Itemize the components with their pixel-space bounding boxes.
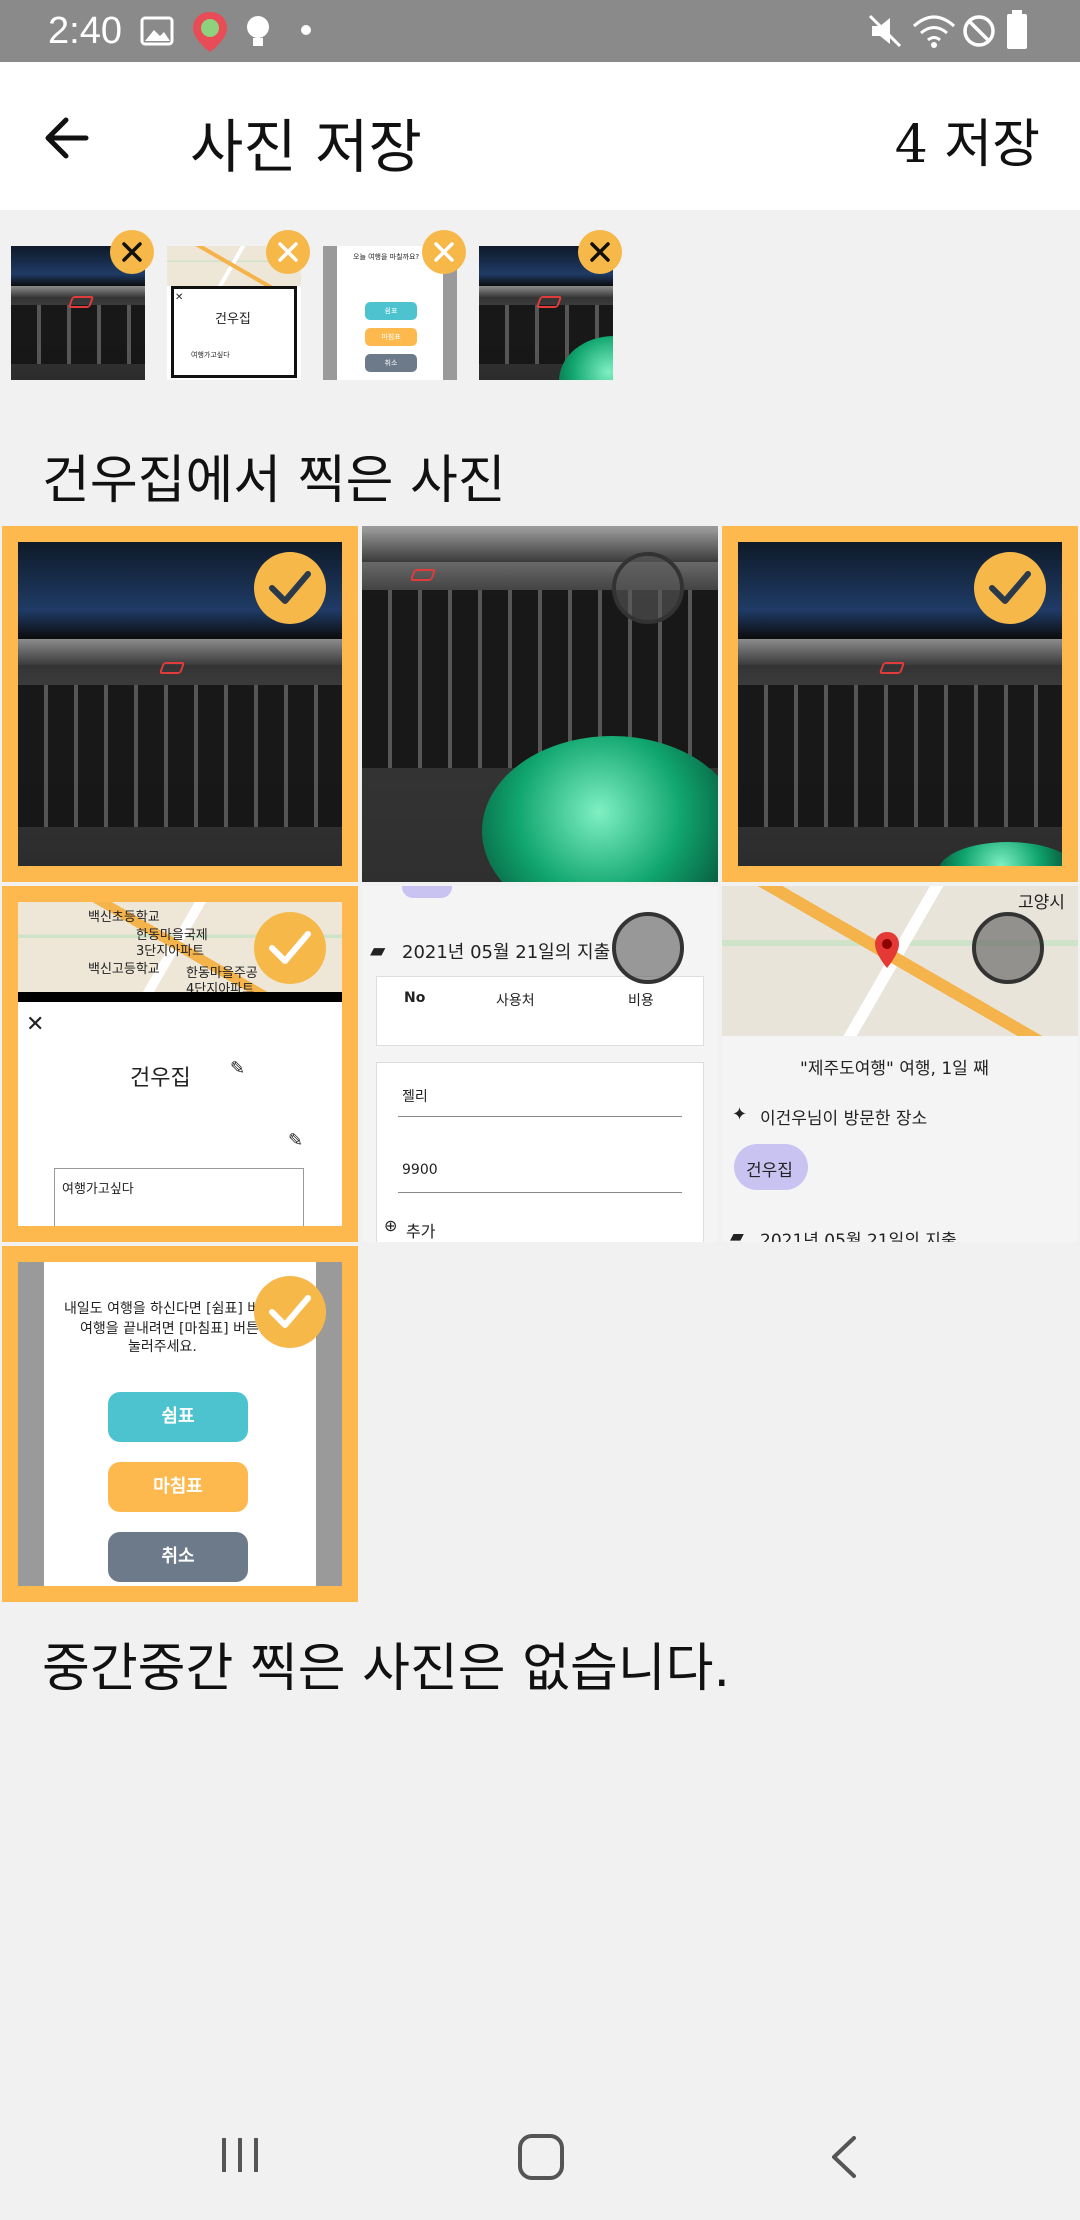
photo-cell-4[interactable]: 백신초등학교 한동마을국제 3단지아파트 백신고등학교 한동마을주공 4단지아파… xyxy=(2,886,358,1242)
edit-icon: ✎ xyxy=(230,1058,246,1079)
check-toggle-2[interactable] xyxy=(612,552,684,624)
field-name: 젤리 xyxy=(402,1089,428,1105)
photo-cell-1[interactable] xyxy=(2,526,358,882)
empty-message: 중간중간 찍은 사진은 없습니다. xyxy=(42,1639,731,1699)
map-label: 3단지아파트 xyxy=(136,944,205,959)
map-label: 백신고등학교 xyxy=(88,962,160,977)
wallet-icon: ▰ xyxy=(370,938,386,962)
arrow-left-icon xyxy=(45,117,89,159)
system-nav-bar xyxy=(0,2080,1080,2220)
check-toggle-6[interactable] xyxy=(972,912,1044,984)
recents-button[interactable] xyxy=(210,2130,270,2180)
section-title-home: 건우집에서 찍은 사진 xyxy=(42,451,506,511)
image-icon xyxy=(140,16,174,46)
check-toggle-4[interactable] xyxy=(254,912,326,984)
map-label: 백신초등학교 xyxy=(88,910,160,925)
remove-thumb-2-button[interactable] xyxy=(266,230,310,274)
photo-cell-3[interactable] xyxy=(722,526,1078,882)
check-toggle-1[interactable] xyxy=(254,552,326,624)
battery-icon xyxy=(1007,10,1027,49)
thumb-2-title: 건우집 xyxy=(215,312,251,327)
remove-thumb-1-button[interactable] xyxy=(110,230,154,274)
checkmark-icon xyxy=(989,571,1031,604)
trip-title: "제주도여행" 여행, 1일 째 xyxy=(800,1059,989,1079)
save-button[interactable]: 4 저장 xyxy=(895,102,1040,177)
thumb-3-btn-1: 쉼표 xyxy=(365,302,417,320)
finish-button: 마침표 xyxy=(108,1462,248,1512)
wallet-icon: ▰ xyxy=(730,1226,744,1242)
check-toggle-7[interactable] xyxy=(254,1276,326,1348)
close-icon xyxy=(278,242,298,262)
back-button[interactable] xyxy=(36,106,100,170)
page-title: 사진 저장 xyxy=(190,113,422,181)
thumb-3-head: 오늘 여행을 마칠까요? xyxy=(353,253,420,261)
map-city-label: 고양시 xyxy=(1018,893,1065,913)
cell4-title: 건우집 xyxy=(130,1066,191,1091)
status-bar: 2:40 xyxy=(0,0,1080,62)
close-icon: ✕ xyxy=(26,1012,45,1037)
close-icon xyxy=(122,242,142,262)
col-no: No xyxy=(404,990,426,1006)
chevron-left-icon xyxy=(832,2136,856,2178)
remove-thumb-4-button[interactable] xyxy=(578,230,622,274)
plus-icon: ⊕ xyxy=(384,1216,398,1235)
field-cost: 9900 xyxy=(402,1162,438,1178)
thumb-3-btn-3: 취소 xyxy=(365,354,417,372)
check-toggle-3[interactable] xyxy=(974,552,1046,624)
status-time: 2:40 xyxy=(48,10,122,52)
photo-cell-5[interactable]: ▰ 2021년 05월 21일의 지출 No 사용처 비용 젤리 9900 ⊕ … xyxy=(362,886,718,1242)
remove-thumb-3-button[interactable] xyxy=(422,230,466,274)
dialog-text-2: 여행을 끝내려면 [마침표] 버튼을 xyxy=(80,1321,272,1337)
map-pin-icon xyxy=(193,12,227,52)
rest-button: 쉼표 xyxy=(108,1392,248,1442)
checkmark-icon xyxy=(269,931,311,964)
mute-icon xyxy=(868,14,902,48)
add-label: 추가 xyxy=(406,1222,436,1241)
checkmark-icon xyxy=(269,1295,311,1328)
block-icon xyxy=(963,15,995,47)
cell4-text: 여행가고싶다 xyxy=(62,1182,134,1197)
cell5-header: 2021년 05월 21일의 지출 xyxy=(402,942,611,963)
home-icon xyxy=(518,2134,564,2180)
home-button[interactable] xyxy=(514,2130,568,2184)
bulb-icon xyxy=(247,16,269,46)
map-pin-icon xyxy=(875,932,899,968)
photo-cell-6[interactable]: 고양시 "제주도여행" 여행, 1일 째 ✦ 이건우님이 방문한 장소 건우집 … xyxy=(722,886,1078,1242)
place-chip: 건우집 xyxy=(746,1161,793,1181)
footer-text: 2021년 05월 21일의 지출 xyxy=(760,1231,957,1242)
thumb-2-text: 여행가고싶다 xyxy=(191,351,230,359)
photo-cell-7[interactable]: 내일도 여행을 하신다면 [쉼표] 버튼을, 여행을 끝내려면 [마침표] 버튼… xyxy=(2,1246,358,1602)
cancel-button: 취소 xyxy=(108,1532,248,1582)
col-place: 사용처 xyxy=(496,993,535,1009)
checkmark-icon xyxy=(269,571,311,604)
app-bar: 사진 저장 4 저장 xyxy=(0,62,1080,210)
check-toggle-5[interactable] xyxy=(612,912,684,984)
wifi-icon xyxy=(912,15,956,48)
photo-cell-2[interactable] xyxy=(362,526,718,882)
nav-back-button[interactable] xyxy=(820,2130,870,2184)
dialog-text-3: 눌러주세요. xyxy=(128,1339,197,1355)
visited-label: 이건우님이 방문한 장소 xyxy=(760,1109,928,1129)
dot-icon xyxy=(301,25,311,35)
sparkle-icon: ✦ xyxy=(732,1104,748,1125)
close-icon xyxy=(590,242,610,262)
recents-icon xyxy=(222,2138,258,2172)
edit-icon: ✎ xyxy=(288,1130,304,1151)
thumb-3-btn-2: 마침표 xyxy=(365,328,417,346)
col-cost: 비용 xyxy=(628,993,654,1009)
close-icon xyxy=(434,242,454,262)
